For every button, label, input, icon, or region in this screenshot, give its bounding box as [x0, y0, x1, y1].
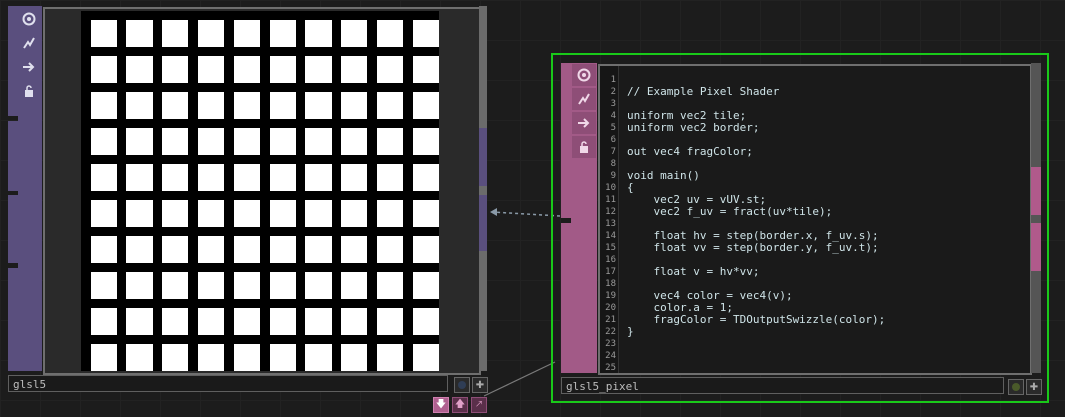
glsl5-pixel-flags [572, 64, 596, 160]
glsl5-pixel-add-button[interactable]: ✚ [1026, 379, 1042, 395]
glsl5-pixel-output-connector-2[interactable] [1031, 223, 1041, 271]
line-number: 18 [605, 279, 616, 289]
code-line: uniform vec2 border; [627, 121, 760, 134]
line-number: 14 [605, 231, 616, 241]
line-number: 24 [605, 351, 616, 361]
glsl5-pixel-input-connector[interactable] [561, 223, 571, 373]
line-number: 19 [605, 291, 616, 301]
glsl5-pixel-viewer-toggle-button[interactable] [1008, 379, 1024, 395]
dot-icon [1012, 383, 1020, 391]
glsl5-pixel-output-strip [1031, 63, 1041, 373]
glsl5-pixel-output-connector-1[interactable] [1031, 167, 1041, 215]
glsl5-pixel-input-strip-top [561, 63, 571, 218]
code-line: float v = hv*vv; [627, 265, 760, 278]
code-line: void main() [627, 169, 700, 182]
line-number: 10 [605, 183, 616, 193]
line-number: 22 [605, 327, 616, 337]
line-number: 21 [605, 315, 616, 325]
code-line: // Example Pixel Shader [627, 85, 780, 98]
code-line: float vv = step(border.y, f_uv.t); [627, 241, 879, 254]
code-line: } [627, 325, 634, 338]
glsl5-pixel-name-field[interactable]: glsl5_pixel [561, 377, 1004, 394]
glsl5-pixel-code-viewer[interactable]: 1 2 3 4 5 6 7 8 9 10 11 12 13 14 15 16 17 18 19 20 21 22 23 24 2… [598, 64, 1032, 375]
line-number: 1 [610, 75, 616, 85]
line-number: 8 [610, 159, 616, 169]
glsl5-pixel-node[interactable]: 1 2 3 4 5 6 7 8 9 10 11 12 13 14 15 16 17 18 19 20 21 22 23 24 2… [551, 53, 1049, 403]
line-number: 25 [605, 363, 616, 373]
line-number: 2 [610, 87, 616, 97]
code-line: out vec4 fragColor; [627, 145, 753, 158]
line-number: 16 [605, 255, 616, 265]
line-number: 4 [610, 111, 616, 121]
plus-icon: ✚ [1029, 381, 1039, 393]
line-number: 15 [605, 243, 616, 253]
bypass-icon[interactable] [572, 88, 596, 110]
lock-icon[interactable] [572, 136, 596, 158]
line-number: 5 [610, 123, 616, 133]
line-number: 11 [605, 195, 616, 205]
line-number: 3 [610, 99, 616, 109]
line-number: 6 [610, 135, 616, 145]
code-area[interactable]: // Example Pixel Shader uniform vec2 tile… [627, 66, 1027, 373]
line-number: 12 [605, 207, 616, 217]
line-number: 9 [610, 171, 616, 181]
line-number: 13 [605, 219, 616, 229]
line-number: 20 [605, 303, 616, 313]
line-number-gutter: 1 2 3 4 5 6 7 8 9 10 11 12 13 14 15 16 17 18 19 20 21 22 23 24 2… [600, 66, 619, 373]
viewer-icon[interactable] [572, 64, 596, 86]
line-number: 7 [610, 147, 616, 157]
line-number: 17 [605, 267, 616, 277]
code-line: fragColor = TDOutputSwizzle(color); [627, 313, 886, 326]
line-number: 23 [605, 339, 616, 349]
cook-icon[interactable] [572, 112, 596, 134]
code-line: vec2 f_uv = fract(uv*tile); [627, 205, 833, 218]
